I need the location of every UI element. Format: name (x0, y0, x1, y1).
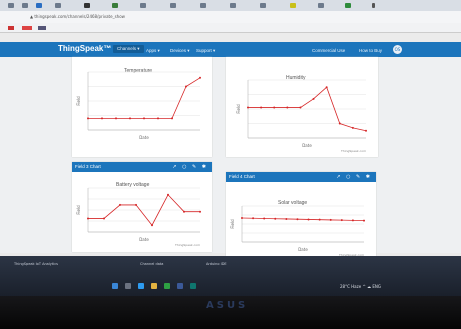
arduino-icon[interactable] (190, 283, 196, 289)
laptop-brand-logo: ASUS (206, 300, 249, 311)
tab-icon[interactable] (55, 3, 61, 8)
bookmark-icon[interactable] (22, 26, 32, 30)
app-icon[interactable] (177, 283, 183, 289)
field-3-chart-panel: Field 3 Chart ↗ ○ ✎ ✱ Battery voltage (72, 162, 212, 252)
nav-commercial-use[interactable]: Commercial Use (312, 48, 345, 53)
windows-start-icon[interactable] (112, 283, 118, 289)
nav-channels[interactable]: Channels ▾ (113, 45, 144, 53)
taskbar-window[interactable]: Arduino IDE (206, 262, 227, 266)
nav-devices[interactable]: Devices ▾ (170, 48, 190, 54)
tab-icon[interactable] (8, 3, 14, 8)
tab-icon[interactable] (140, 3, 146, 8)
search-icon[interactable] (125, 283, 131, 289)
chart-title: Battery voltage (116, 182, 150, 188)
tab-icon[interactable] (36, 3, 42, 8)
bookmark-icon[interactable] (38, 26, 46, 30)
user-avatar[interactable]: OS (393, 45, 402, 54)
edge-browser-icon[interactable] (138, 283, 144, 289)
tab-icon[interactable] (170, 3, 176, 8)
tab-icon[interactable] (290, 3, 296, 8)
new-tab-icon[interactable] (372, 3, 375, 8)
bookmark-icon[interactable] (8, 26, 14, 30)
tab-icon[interactable] (22, 3, 28, 8)
chart-title: Temperature (124, 68, 153, 74)
tab-icon[interactable] (318, 3, 324, 8)
nav-support[interactable]: Support ▾ (196, 48, 215, 54)
taskbar-window[interactable]: ThingSpeak IoT Analytics (14, 262, 58, 266)
panel-icons[interactable]: ↗ ○ ✎ ✱ (336, 174, 372, 180)
field-4-chart-panel: Field 4 Chart ↗ ○ ✎ ✱ Solar voltage (226, 172, 376, 256)
panel-title: Field 3 Chart (75, 164, 101, 169)
nav-apps[interactable]: Apps ▾ (146, 48, 160, 54)
tab-icon[interactable] (230, 3, 236, 8)
laptop-screen: ▲ thingspeak.com/channels/2468/private_s… (0, 0, 461, 300)
tab-icon[interactable] (345, 3, 351, 8)
taskbar-window[interactable]: Channel data (140, 262, 163, 266)
tab-icon[interactable] (200, 3, 206, 8)
thingspeak-logo[interactable]: ThingSpeak™ (58, 44, 111, 53)
tab-icon[interactable] (112, 3, 118, 8)
chart-title: Humidity (286, 75, 306, 81)
tab-icon[interactable] (84, 3, 90, 8)
field-1-chart-panel: Temperature (72, 57, 212, 157)
panel-title: Field 4 Chart (229, 174, 255, 179)
field-2-chart-panel: Humidity (226, 57, 378, 157)
windows-taskbar (0, 256, 461, 296)
url-text[interactable]: ▲ thingspeak.com/channels/2468/private_s… (30, 14, 125, 19)
nav-how-to-buy[interactable]: How to Buy (359, 48, 382, 53)
file-explorer-icon[interactable] (151, 283, 157, 289)
chrome-icon[interactable] (164, 283, 170, 289)
system-tray[interactable]: 28°C Haze ^ ☁ ENG (340, 284, 381, 289)
tab-icon[interactable] (260, 3, 266, 8)
chart-title: Solar voltage (278, 200, 308, 206)
panel-icons[interactable]: ↗ ○ ✎ ✱ (172, 164, 208, 170)
bookmarks-bar (0, 23, 461, 33)
